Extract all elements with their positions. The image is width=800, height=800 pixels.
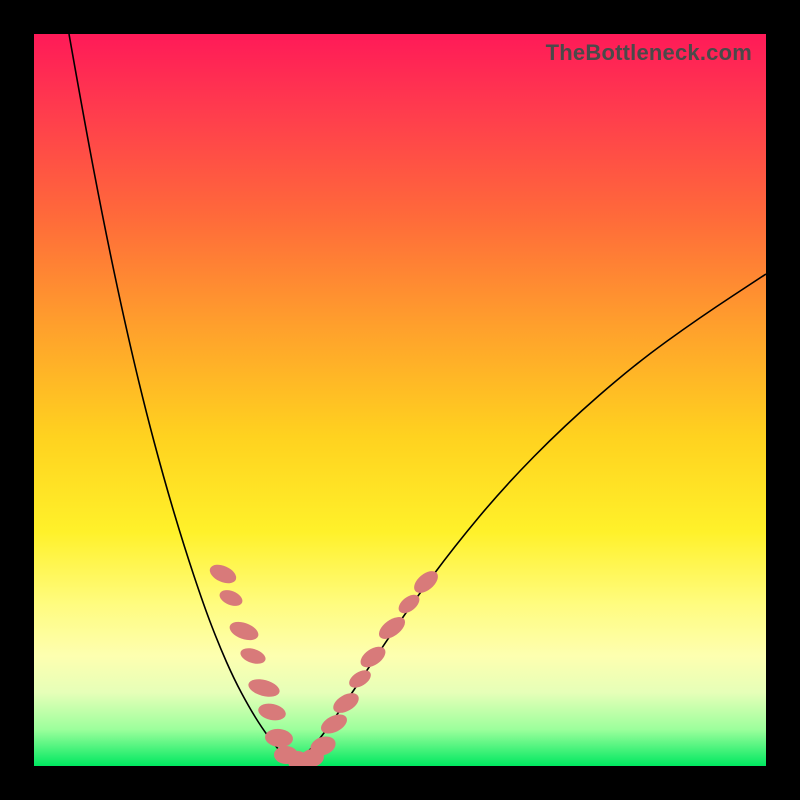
- bead: [346, 667, 374, 692]
- chart-frame: TheBottleneck.com: [0, 0, 800, 800]
- bead: [257, 701, 288, 722]
- chart-svg: [34, 34, 766, 766]
- bead: [357, 643, 389, 672]
- right-curve: [292, 274, 766, 764]
- bead: [410, 567, 442, 597]
- bead: [246, 676, 281, 700]
- bead-group: [207, 561, 442, 766]
- bead: [238, 645, 267, 666]
- bead: [227, 618, 261, 643]
- plot-area: TheBottleneck.com: [34, 34, 766, 766]
- bead: [264, 728, 294, 749]
- bead: [330, 689, 362, 717]
- bead: [207, 561, 239, 587]
- bead: [217, 587, 244, 609]
